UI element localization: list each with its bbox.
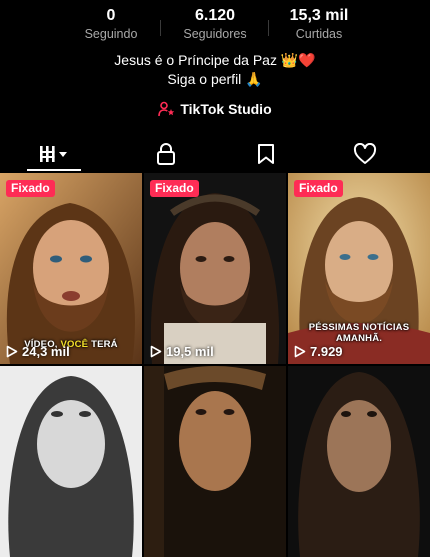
jesus-portrait-thumbnail xyxy=(288,366,430,557)
view-count-value: 7.929 xyxy=(310,344,343,359)
tab-private[interactable] xyxy=(112,137,219,171)
play-icon xyxy=(294,345,306,358)
grid-icon xyxy=(39,146,67,162)
video-thumbnail[interactable]: Fixado 19,5 mil xyxy=(144,173,286,364)
video-thumbnail[interactable] xyxy=(288,366,430,557)
video-thumbnail[interactable]: Fixado PÉSSIMAS NOTÍCIAS AMANHÃ. 7.929 xyxy=(288,173,430,364)
likes-stat: 15,3 mil Curtidas xyxy=(269,6,369,42)
pinned-badge: Fixado xyxy=(6,180,55,197)
play-icon xyxy=(6,345,18,358)
lock-icon xyxy=(156,143,175,165)
bio-line: Siga o perfil 🙏 xyxy=(167,71,263,87)
followers-stat[interactable]: 6.120 Seguidores xyxy=(165,6,265,42)
likes-count: 15,3 mil xyxy=(289,7,349,24)
pinned-badge: Fixado xyxy=(150,180,199,197)
profile-stats: 0 Seguindo 6.120 Seguidores 15,3 mil Cur… xyxy=(0,6,430,44)
video-thumbnail[interactable] xyxy=(144,366,286,557)
followers-count: 6.120 xyxy=(194,7,236,24)
video-caption: PÉSSIMAS NOTÍCIAS AMANHÃ. xyxy=(308,322,410,344)
bio-line: Jesus é o Príncipe da Paz 👑❤️ xyxy=(114,52,316,68)
bookmark-icon xyxy=(257,144,274,164)
following-label: Seguindo xyxy=(84,27,138,41)
view-count: 19,5 mil xyxy=(150,344,214,359)
active-tab-indicator xyxy=(27,169,81,171)
view-count: 24,3 mil xyxy=(6,344,70,359)
pinned-badge: Fixado xyxy=(294,180,343,197)
profile-tabs xyxy=(0,137,430,171)
video-thumbnail[interactable]: Fixado VÍDEO, VOCÊ TERÁ 24,3 mil xyxy=(0,173,142,364)
play-icon xyxy=(150,345,162,358)
likes-label: Curtidas xyxy=(295,27,343,41)
view-count-value: 24,3 mil xyxy=(22,344,70,359)
studio-label: TikTok Studio xyxy=(180,101,272,117)
followers-label: Seguidores xyxy=(183,27,247,41)
person-star-icon xyxy=(158,101,175,117)
jesus-crown-of-thorns-thumbnail xyxy=(144,173,286,364)
view-count-value: 19,5 mil xyxy=(166,344,214,359)
following-stat[interactable]: 0 Seguindo xyxy=(61,6,161,42)
following-count: 0 xyxy=(106,7,116,24)
jesus-sketch-thumbnail xyxy=(0,366,142,557)
view-count: 7.929 xyxy=(294,344,343,359)
tab-liked[interactable] xyxy=(311,137,418,171)
jesus-crown-of-thorns-thumbnail xyxy=(144,366,286,557)
divider xyxy=(160,20,161,36)
tab-videos[interactable] xyxy=(0,137,107,171)
jesus-portrait-thumbnail xyxy=(0,173,142,364)
caption-text: TERÁ xyxy=(88,339,118,350)
tiktok-studio-link[interactable]: TikTok Studio xyxy=(0,101,430,117)
tab-saved[interactable] xyxy=(212,137,319,171)
heart-icon xyxy=(353,143,376,164)
profile-bio: Jesus é o Príncipe da Paz 👑❤️ Siga o per… xyxy=(0,51,430,89)
video-thumbnail[interactable] xyxy=(0,366,142,557)
